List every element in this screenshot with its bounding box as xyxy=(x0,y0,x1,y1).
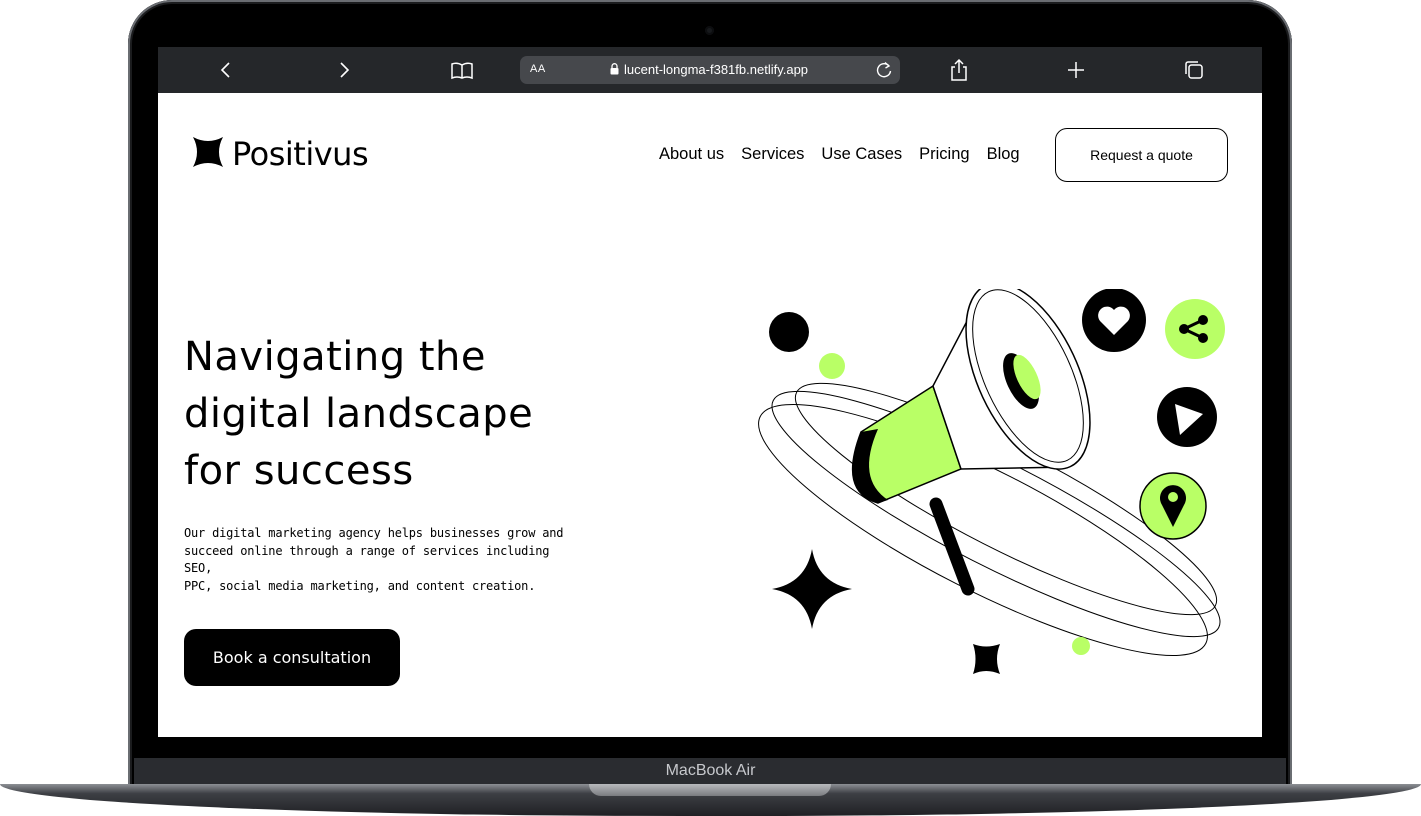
nav-use-cases[interactable]: Use Cases xyxy=(821,145,902,164)
main-nav: About us Services Use Cases Pricing Blog xyxy=(659,145,1020,164)
laptop-screen: AA lucent-longma-f381fb.netlify.app Posi… xyxy=(158,47,1262,737)
brand-star-icon xyxy=(192,136,224,172)
hero-title-line: for success xyxy=(184,448,414,494)
brand-name: Positivus xyxy=(232,135,369,173)
back-icon[interactable] xyxy=(211,55,241,85)
hero-title: Navigating the digital landscape for suc… xyxy=(184,329,604,500)
hero-description-line: PPC, social media marketing, and content… xyxy=(184,578,536,593)
url-value: lucent-longma-f381fb.netlify.app xyxy=(624,62,809,77)
hero-illustration xyxy=(758,289,1225,674)
brand-logo[interactable]: Positivus xyxy=(192,135,369,173)
bookmarks-icon[interactable] xyxy=(447,55,477,85)
book-consultation-button[interactable]: Book a consultation xyxy=(184,629,400,686)
hero-title-line: digital landscape xyxy=(184,391,534,437)
hero-title-line: Navigating the xyxy=(184,334,487,380)
decor-dot xyxy=(769,312,809,352)
star-icon xyxy=(772,549,852,629)
request-quote-button[interactable]: Request a quote xyxy=(1055,128,1228,182)
nav-about-us[interactable]: About us xyxy=(659,145,724,164)
forward-icon[interactable] xyxy=(329,55,359,85)
address-text: lucent-longma-f381fb.netlify.app xyxy=(610,62,808,78)
text-size-button[interactable]: AA xyxy=(530,63,546,75)
share-icon[interactable] xyxy=(944,55,974,85)
hero-description-line: succeed online through a range of servic… xyxy=(184,543,550,576)
decor-dot-green xyxy=(819,353,845,379)
location-pin-icon xyxy=(1139,472,1207,540)
laptop-hinge-notch xyxy=(589,784,831,796)
website: Positivus About us Services Use Cases Pr… xyxy=(158,93,1262,737)
play-icon xyxy=(1157,387,1217,447)
nav-pricing[interactable]: Pricing xyxy=(919,145,969,164)
camera-icon xyxy=(705,26,714,35)
device-label: MacBook Air xyxy=(665,762,756,779)
decor-dot-green xyxy=(1072,637,1090,655)
new-tab-icon[interactable] xyxy=(1061,55,1091,85)
nav-services[interactable]: Services xyxy=(741,145,804,164)
share-icon xyxy=(1165,299,1225,359)
address-bar[interactable]: AA lucent-longma-f381fb.netlify.app xyxy=(520,56,900,84)
browser-toolbar: AA lucent-longma-f381fb.netlify.app xyxy=(158,47,1262,93)
nav-blog[interactable]: Blog xyxy=(987,145,1020,164)
heart-icon xyxy=(1082,289,1146,352)
lock-icon xyxy=(610,63,619,78)
reload-icon[interactable] xyxy=(874,60,894,85)
hero-description: Our digital marketing agency helps busin… xyxy=(184,525,584,595)
tabs-icon[interactable] xyxy=(1179,55,1209,85)
star-icon xyxy=(973,644,1000,674)
hero-description-line: Our digital marketing agency helps busin… xyxy=(184,526,564,540)
